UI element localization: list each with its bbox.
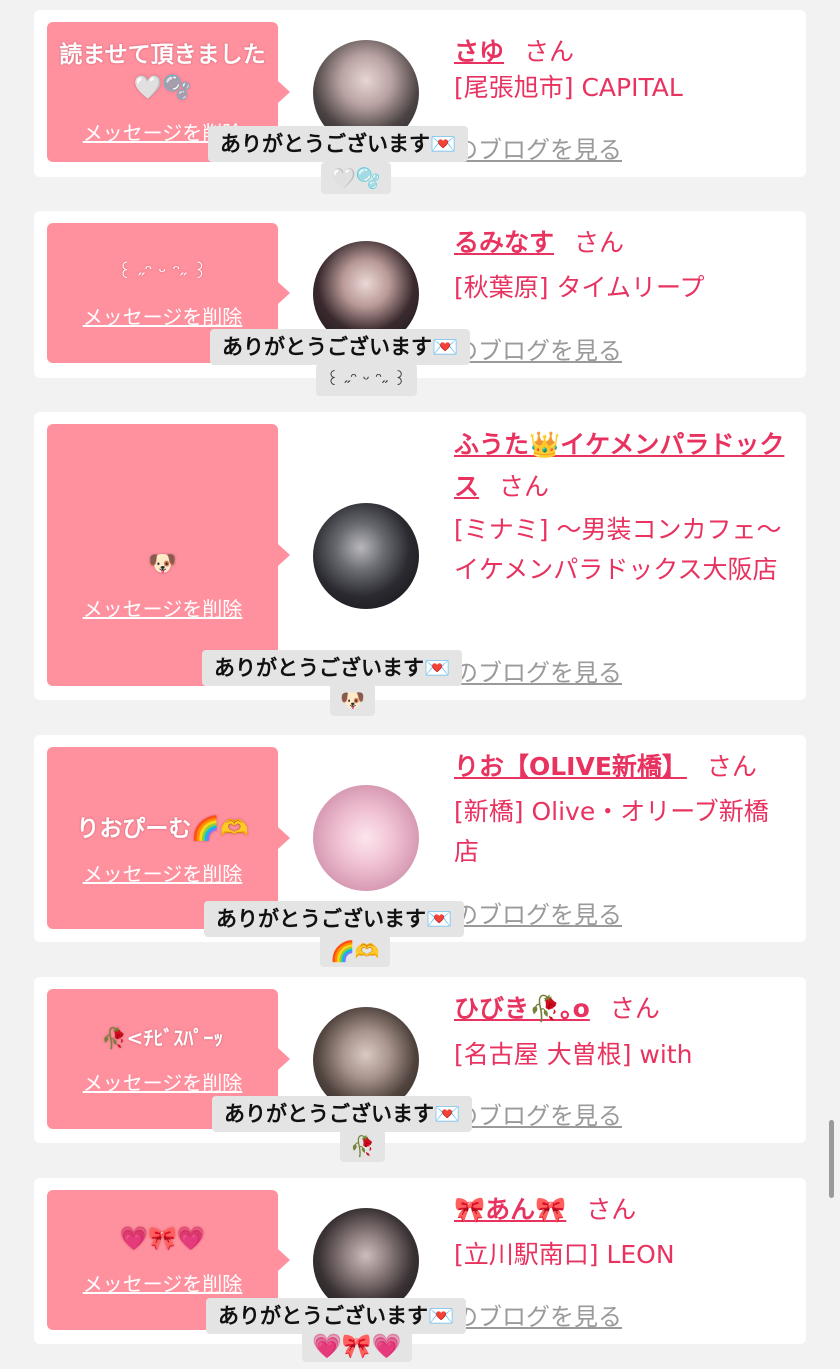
- avatar[interactable]: [313, 503, 419, 609]
- cast-name-line: ひびき🥀｡o さん: [454, 989, 788, 1029]
- bubble-message-text: 🐶: [148, 551, 177, 577]
- blog-link[interactable]: のブログを見る: [454, 331, 622, 366]
- shop-info: [立川駅南口] LEON: [454, 1240, 675, 1269]
- message-card: 💗🎀💗 メッセージを削除 🎀あん🎀 さん [立川駅南口] LEON のブログを見る…: [34, 1178, 806, 1362]
- bubble-message-text: りおぴーむ🌈🫶: [76, 816, 249, 842]
- reply-emoji: ꒰ ˶ᵔ ᵕ ᵔ˶ ꒱: [316, 364, 417, 396]
- bubble-message-text: ꒰ ˶ᵔ ᵕ ᵔ˶ ꒱: [117, 261, 208, 283]
- message-bubble: 🐶 メッセージを削除: [47, 424, 290, 686]
- san-suffix: さん: [574, 228, 625, 257]
- san-suffix: さん: [706, 752, 757, 781]
- reply-label: ありがとうございます💌: [204, 901, 465, 937]
- cast-name-line: りお【OLIVE新橋】 さん: [454, 747, 788, 787]
- reply-emoji: 💗🎀💗: [302, 1330, 412, 1362]
- blog-link[interactable]: のブログを見る: [454, 130, 622, 165]
- shop-info: [名古屋 大曽根] with: [454, 1040, 693, 1069]
- cast-name-link[interactable]: るみなす: [454, 228, 554, 257]
- cast-name-link[interactable]: さゆ: [454, 37, 504, 66]
- cast-name-line: るみなす さん: [454, 223, 788, 263]
- message-card: 🐶 メッセージを削除 ふうた👑イケメンパラドックス さん [ミナミ] 〜男装コンカ…: [34, 412, 806, 716]
- blog-link[interactable]: のブログを見る: [454, 1297, 622, 1332]
- blog-link[interactable]: のブログを見る: [454, 1096, 622, 1131]
- shop-info: [ミナミ] 〜男装コンカフェ〜イケメンパラドックス大阪店: [454, 515, 782, 584]
- message-card: 読ませて頂きました🤍🫧 メッセージを削除 さゆ さん [尾張旭市] CAPITAL…: [34, 10, 806, 194]
- blog-link[interactable]: のブログを見る: [454, 895, 622, 930]
- cast-name-link[interactable]: 🎀あん🎀: [454, 1195, 566, 1224]
- reply-label: ありがとうございます💌: [208, 126, 469, 162]
- reply-label: ありがとうございます💌: [210, 329, 471, 365]
- san-suffix: さん: [609, 994, 660, 1023]
- shop-info: [秋葉原] タイムリープ: [454, 273, 705, 302]
- san-suffix: さん: [524, 37, 575, 66]
- bubble-message-text: 🥀<ﾁﾋﾞｽﾊﾟｰｯ: [101, 1026, 224, 1050]
- reply-label: ありがとうございます💌: [202, 650, 463, 686]
- delete-message-link[interactable]: メッセージを削除: [83, 593, 243, 622]
- shop-info: [尾張旭市] CAPITAL: [454, 73, 683, 102]
- bubble-message-text: 💗🎀💗: [119, 1226, 206, 1252]
- cast-name-line: ふうた👑イケメンパラドックス さん: [454, 424, 788, 508]
- shop-info: [新橋] Olive・オリーブ新橋店: [454, 797, 769, 866]
- blog-link[interactable]: のブログを見る: [454, 653, 622, 688]
- cast-name-link[interactable]: ひびき🥀｡o: [454, 994, 590, 1023]
- reply-label: ありがとうございます💌: [206, 1298, 467, 1334]
- scrollbar[interactable]: [829, 1120, 834, 1198]
- message-card: ꒰ ˶ᵔ ᵕ ᵔ˶ ꒱ メッセージを削除 るみなす さん [秋葉原] タイムリープ…: [34, 211, 806, 396]
- reply-label: ありがとうございます💌: [212, 1096, 473, 1132]
- avatar[interactable]: [313, 785, 419, 891]
- reply-emoji: 🥀: [340, 1130, 385, 1162]
- reply-emoji: 🐶: [330, 684, 375, 716]
- bubble-message-text: 読ませて頂きました🤍🫧: [59, 41, 266, 101]
- delete-message-link[interactable]: メッセージを削除: [83, 1067, 243, 1096]
- message-card: 🥀<ﾁﾋﾞｽﾊﾟｰｯ メッセージを削除 ひびき🥀｡o さん [名古屋 大曽根] w…: [34, 977, 806, 1162]
- delete-message-link[interactable]: メッセージを削除: [83, 301, 243, 330]
- cast-name-line: 🎀あん🎀 さん: [454, 1190, 788, 1230]
- delete-message-link[interactable]: メッセージを削除: [83, 858, 243, 887]
- message-card: りおぴーむ🌈🫶 メッセージを削除 りお【OLIVE新橋】 さん [新橋] Oliv…: [34, 735, 806, 967]
- reply-emoji: 🌈🫶: [320, 935, 390, 967]
- cast-name-line: さゆ さん: [454, 32, 788, 72]
- san-suffix: さん: [499, 472, 550, 501]
- reply-emoji: 🤍🫧: [321, 162, 391, 194]
- delete-message-link[interactable]: メッセージを削除: [83, 1268, 243, 1297]
- cast-name-link[interactable]: りお【OLIVE新橋】: [454, 752, 687, 781]
- san-suffix: さん: [586, 1195, 637, 1224]
